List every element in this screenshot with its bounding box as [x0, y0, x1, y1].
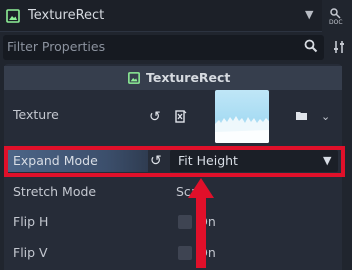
texture-thumbnail-image — [215, 116, 269, 143]
svg-text:DOC: DOC — [329, 19, 343, 25]
flip-v-label: Flip V — [13, 245, 48, 260]
node-selector[interactable]: TextureRect ▼ — [0, 0, 322, 32]
folder-icon[interactable] — [295, 110, 308, 121]
docs-icon: DOC — [329, 8, 343, 26]
revert-icon[interactable]: ↺ — [149, 109, 161, 125]
clear-texture-icon[interactable] — [175, 110, 187, 123]
sliders-icon — [334, 41, 344, 53]
texture-rect-icon — [128, 72, 140, 84]
search-icon — [304, 39, 318, 53]
help-docs-button[interactable]: DOC — [325, 4, 349, 28]
texture-preview[interactable] — [215, 90, 269, 143]
filter-placeholder: Filter Properties — [7, 39, 106, 54]
texture-label: Texture — [13, 107, 59, 122]
filter-properties-input[interactable]: Filter Properties — [3, 35, 324, 60]
section-header[interactable]: TextureRect — [4, 66, 342, 90]
texture-rect-icon — [6, 9, 20, 23]
section-title: TextureRect — [146, 70, 231, 85]
stretch-mode-label: Stretch Mode — [13, 184, 97, 199]
flip-h-label: Flip H — [13, 214, 49, 229]
filter-options-button[interactable] — [328, 35, 350, 60]
highlight-annotation-box — [4, 146, 345, 177]
arrow-up-annotation-icon — [188, 178, 214, 268]
chevron-down-icon[interactable]: ▼ — [305, 8, 313, 21]
node-name: TextureRect — [28, 8, 105, 23]
chevron-down-icon[interactable]: ⌄ — [321, 110, 330, 123]
